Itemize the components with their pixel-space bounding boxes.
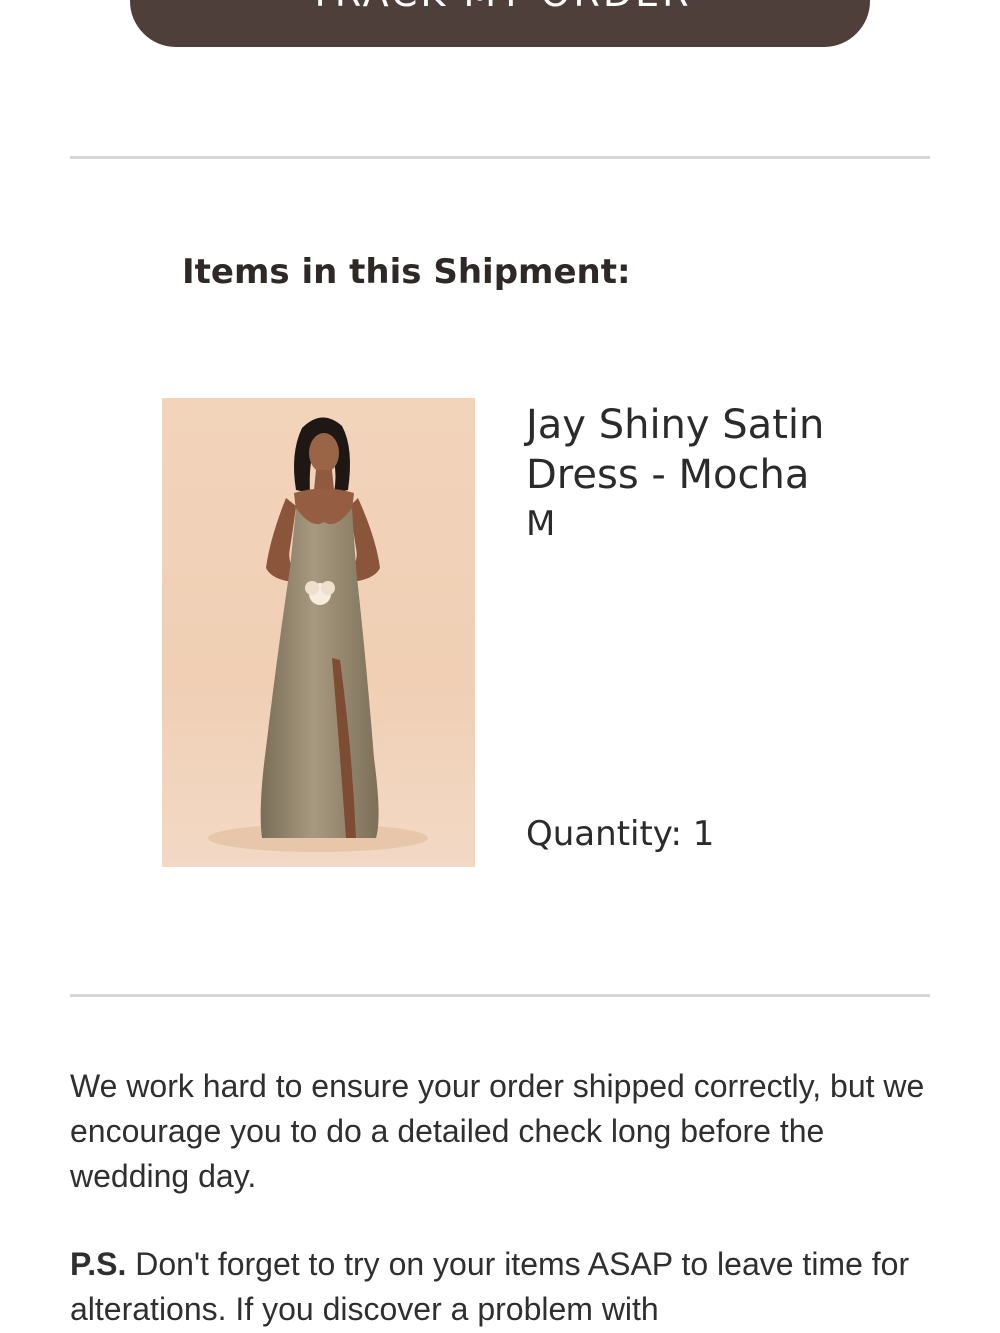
section-title: Items in this Shipment: — [182, 252, 631, 292]
product-quantity: Quantity: 1 — [526, 814, 715, 854]
divider — [70, 994, 930, 997]
product-name[interactable]: Jay Shiny Satin Dress - Mocha — [526, 400, 906, 500]
product-size: M — [526, 504, 556, 544]
face — [309, 433, 339, 473]
dress-photo — [208, 417, 428, 852]
ps-note: P.S. Don't forget to try on your items A… — [70, 1242, 930, 1332]
product-image[interactable] — [162, 398, 475, 867]
shipping-message: We work hard to ensure your order shippe… — [70, 1068, 925, 1194]
divider — [70, 156, 930, 159]
ps-text: Don't forget to try on your items ASAP t… — [70, 1246, 910, 1327]
track-order-button[interactable]: TRACK MY ORDER — [130, 0, 870, 47]
ps-label: P.S. — [70, 1246, 127, 1282]
